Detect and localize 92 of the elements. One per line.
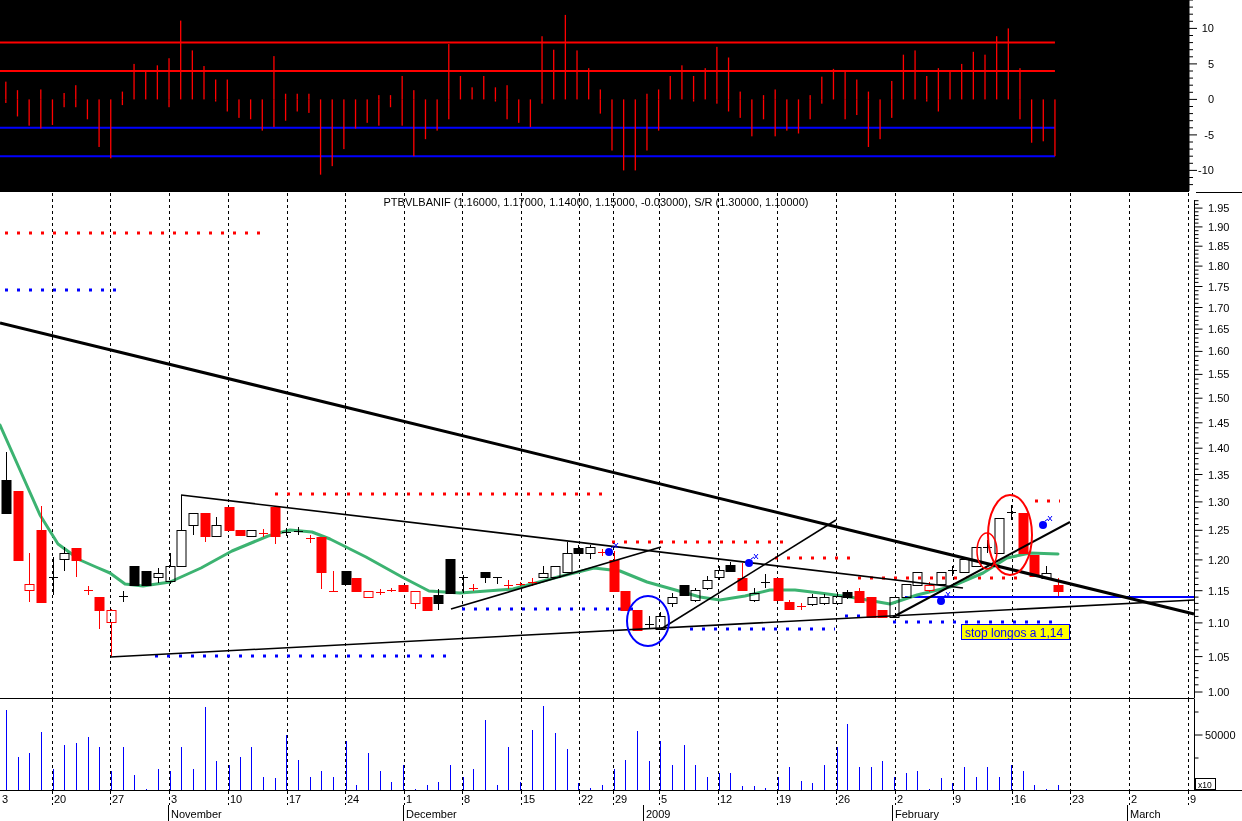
date-label: 23 <box>1072 793 1085 805</box>
axis-label: 1.35 <box>1208 468 1230 481</box>
candle <box>632 610 643 631</box>
bomb-icon <box>605 542 619 556</box>
axis-label: 1.60 <box>1208 345 1230 358</box>
candle <box>13 491 24 561</box>
date-label: 9 <box>955 793 962 805</box>
date-label: 2 <box>897 793 904 805</box>
candle <box>655 611 666 630</box>
axis-label: 50000 <box>1205 729 1236 741</box>
axis-label: 1.70 <box>1208 301 1230 314</box>
date-label: 10 <box>230 793 243 805</box>
candle <box>538 565 549 578</box>
axis-label: 1.05 <box>1208 650 1230 663</box>
multiplier-label: x10 <box>1195 778 1216 790</box>
candle <box>71 548 82 578</box>
date-label: 16 <box>1014 793 1027 805</box>
highlight-circle <box>626 595 670 647</box>
candle <box>702 575 713 591</box>
date-label: 27 <box>112 793 125 805</box>
divider-line <box>1127 804 1128 821</box>
month-label: November <box>171 808 222 820</box>
axis-label: 1.85 <box>1208 240 1230 253</box>
bomb-icon <box>745 553 759 567</box>
axis-label: 1.65 <box>1208 323 1230 336</box>
axis-label: 10 <box>1201 22 1214 35</box>
month-label: December <box>406 808 457 820</box>
candle <box>912 572 923 586</box>
date-label: 2 <box>1131 793 1138 805</box>
axis-label: 1.00 <box>1208 686 1230 698</box>
candle <box>341 571 352 585</box>
date-label: 3 <box>171 793 178 805</box>
axis-label: 1.25 <box>1208 524 1230 537</box>
candle <box>293 526 304 536</box>
candle <box>924 581 935 593</box>
bomb-icon <box>1039 515 1053 529</box>
candle <box>832 591 843 606</box>
divider-line <box>892 804 893 821</box>
date-label: 5 <box>661 793 668 805</box>
date-label: 15 <box>523 793 536 805</box>
date-label: 29 <box>615 793 628 805</box>
month-label: February <box>895 808 940 820</box>
axis-label: 1.90 <box>1208 220 1230 233</box>
date-label: 9 <box>1190 793 1197 805</box>
candle <box>129 566 140 586</box>
axis-label: -10 <box>1198 164 1214 177</box>
axis-label: 1.75 <box>1208 280 1230 293</box>
candle <box>644 615 655 630</box>
candle <box>936 572 947 585</box>
date-label: 17 <box>289 793 302 805</box>
month-label: March <box>1130 808 1161 820</box>
date-label: 12 <box>720 793 733 805</box>
candle <box>959 559 970 573</box>
month-label: 2009 <box>646 808 671 820</box>
axis-label: 1.40 <box>1208 442 1230 455</box>
candle <box>118 590 129 603</box>
candle <box>971 547 982 567</box>
candle <box>819 593 830 606</box>
candle <box>1053 577 1064 597</box>
axis-label: 1.50 <box>1208 392 1230 405</box>
date-label: 1 <box>406 793 413 805</box>
axis-label: 1.95 <box>1208 202 1230 215</box>
axis-label: -5 <box>1204 128 1214 141</box>
date-label: 20 <box>54 793 67 805</box>
axis-label: 1.10 <box>1208 616 1230 629</box>
axis-label: 1.45 <box>1208 416 1230 429</box>
candle <box>141 571 152 586</box>
axis-label: 5 <box>1207 57 1214 70</box>
stop-note: stop longos a 1,14 <box>961 624 1070 640</box>
bomb-icon <box>937 591 951 605</box>
candle <box>947 565 958 577</box>
date-label: 19 <box>779 793 792 805</box>
candle <box>200 513 211 543</box>
divider-line <box>1195 192 1242 193</box>
date-label: 22 <box>581 793 594 805</box>
axis-label: 1.55 <box>1208 368 1230 381</box>
candle <box>1 451 12 514</box>
axis-label: 1.15 <box>1208 584 1230 597</box>
date-label: 26 <box>838 793 851 805</box>
date-label: 3 <box>2 793 9 805</box>
axis-label: 0 <box>1207 93 1214 106</box>
date-label: 24 <box>347 793 360 805</box>
candle <box>480 572 491 584</box>
axis-label: 1.80 <box>1208 260 1230 273</box>
candle <box>492 576 503 585</box>
date-label: 8 <box>464 793 471 805</box>
candle <box>211 516 222 537</box>
chart-title: PTBVLBANIF (1.16000, 1.17000, 1.14000, 1.15000, -0.03000), S/R (1.30000, 1.10000) <box>383 196 809 208</box>
axis-label: 1.20 <box>1208 553 1230 566</box>
divider-line <box>643 804 644 821</box>
axis-label: 1.30 <box>1208 495 1230 508</box>
candle <box>760 573 771 589</box>
